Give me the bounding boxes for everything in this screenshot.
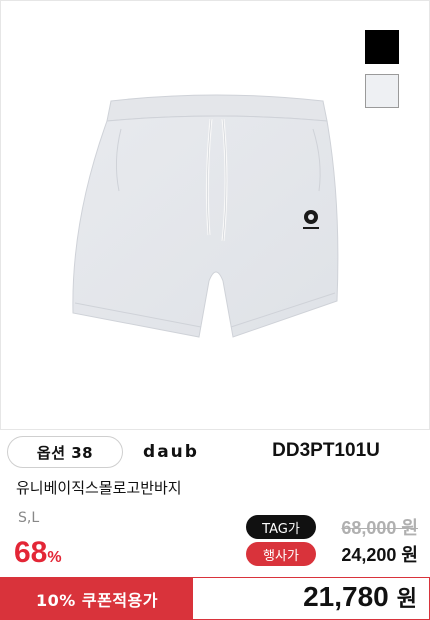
final-price-currency: 원 xyxy=(396,587,417,612)
product-code: DD3PT101U xyxy=(272,440,380,461)
brand-logo: daub xyxy=(143,442,199,462)
product-card[interactable]: 옵션 38 daub DD3PT101U 유니베이직스몰로고반바지 S,L 68… xyxy=(0,0,430,620)
option-count-badge[interactable]: 옵션 38 xyxy=(7,436,123,468)
discount-percent-sign: % xyxy=(47,549,62,566)
coupon-label: 10% 쿠폰적용가 xyxy=(1,578,193,619)
shorts-illustration xyxy=(72,94,339,338)
tag-price-badge: TAG가 xyxy=(246,515,316,539)
sale-price-row: 행사가 24,200 원 xyxy=(246,542,418,566)
discount-rate: 68% xyxy=(14,536,62,570)
sale-price: 24,200 원 xyxy=(341,545,418,565)
sale-price-badge: 행사가 xyxy=(246,542,316,566)
tag-price-row: TAG가 68,000 원 xyxy=(246,515,418,539)
option-count-label: 옵션 38 xyxy=(36,443,94,462)
coupon-price-bar[interactable]: 10% 쿠폰적용가 21,780 원 xyxy=(0,577,430,620)
discount-number: 68 xyxy=(14,536,48,569)
product-image[interactable] xyxy=(0,0,430,430)
final-price: 21,780 원 xyxy=(303,581,417,613)
color-swatch-black[interactable] xyxy=(365,30,399,64)
tag-price: 68,000 원 xyxy=(341,518,418,538)
final-price-amount: 21,780 xyxy=(303,581,389,612)
color-swatch-light-gray[interactable] xyxy=(365,74,399,108)
product-name[interactable]: 유니베이직스몰로고반바지 xyxy=(16,477,182,498)
available-sizes: S,L xyxy=(18,510,40,526)
